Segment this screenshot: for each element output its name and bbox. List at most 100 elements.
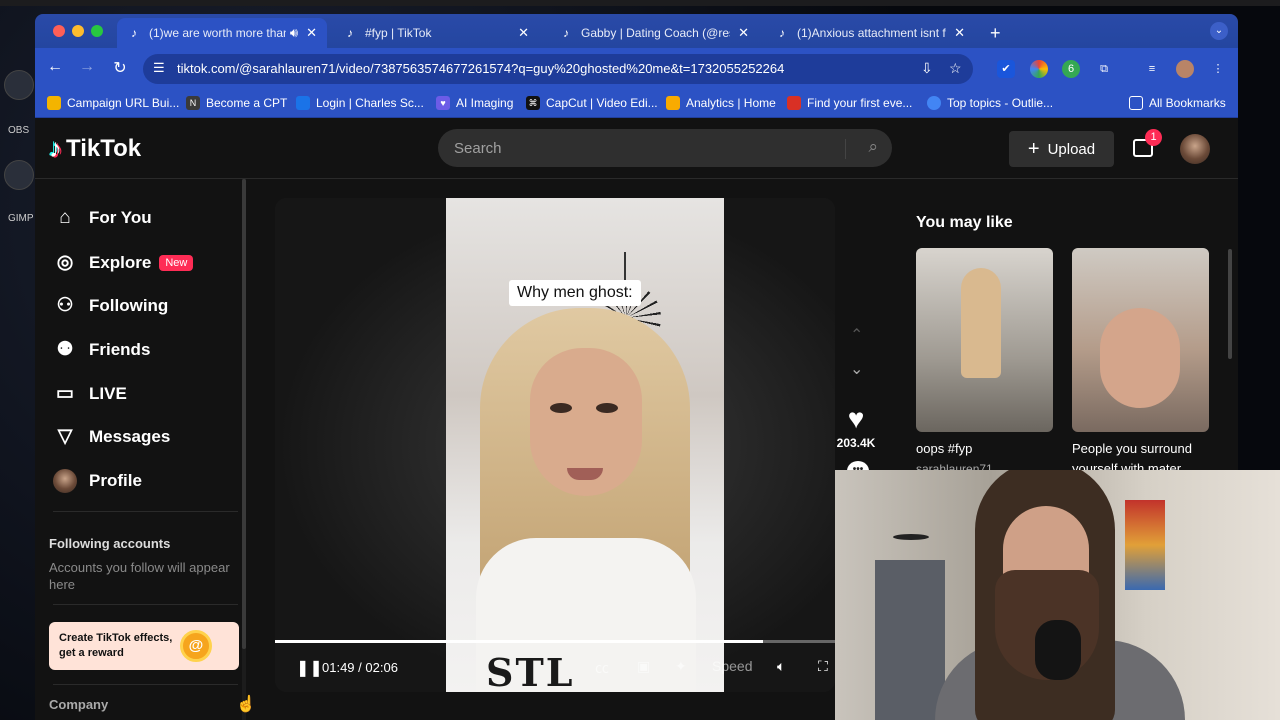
thumbnail-face: [1100, 308, 1180, 408]
nav-label: Explore: [89, 252, 152, 272]
media-controls-icon[interactable]: ≡: [1143, 60, 1161, 78]
video-caption: Why men ghost:: [509, 280, 641, 306]
recommended-caption-1[interactable]: oops #fyp: [916, 439, 972, 459]
sidebar-scroll-thumb[interactable]: [242, 179, 246, 649]
background-door: [875, 560, 945, 720]
captions-icon[interactable]: ㏄: [595, 658, 609, 678]
reload-icon[interactable]: ↻: [109, 58, 131, 78]
user-avatar[interactable]: [1180, 134, 1210, 164]
close-window-button[interactable]: [53, 25, 65, 37]
nav-profile[interactable]: Profile: [53, 469, 142, 493]
previous-video-chevron-icon[interactable]: ⌃: [850, 325, 863, 345]
bookmark-label: Find your first eve...: [807, 96, 913, 110]
speed-button[interactable]: Speed: [712, 658, 752, 674]
pause-icon[interactable]: ❚❚: [296, 658, 323, 678]
browser-tab-4[interactable]: ♪ (1)Anxious attachment isnt fo ✕: [765, 18, 975, 48]
volume-icon[interactable]: 🔈︎: [777, 658, 785, 675]
speaker-icon[interactable]: 🔊︎: [290, 25, 298, 41]
bookmark-top-topics[interactable]: Top topics - Outlie...: [927, 96, 1053, 110]
nav-for-you[interactable]: ⌂ For You: [53, 207, 151, 229]
pip-icon[interactable]: ▣: [637, 658, 650, 675]
nav-label: Following: [89, 295, 169, 315]
close-tab-icon[interactable]: ✕: [738, 25, 749, 41]
sidebar-divider: [53, 684, 238, 685]
gimp-app-icon[interactable]: [4, 160, 34, 190]
all-bookmarks-folder[interactable]: All Bookmarks: [1129, 96, 1226, 110]
heart-icon[interactable]: ♥: [831, 404, 881, 434]
next-video-chevron-icon[interactable]: ⌄: [850, 359, 863, 379]
tab-search-chevron-icon[interactable]: ⌄: [1210, 22, 1228, 40]
tab-title: (1)we are worth more than: [149, 26, 286, 40]
back-arrow-icon[interactable]: ←: [44, 58, 66, 76]
search-divider: [845, 139, 846, 159]
extension-color-icon[interactable]: [1030, 60, 1048, 78]
bookmark-label: Become a CPT: [206, 96, 288, 110]
minimize-window-button[interactable]: [72, 25, 84, 37]
you-may-like-heading: You may like: [916, 214, 1013, 231]
plus-icon: +: [1027, 137, 1040, 160]
ceiling-light: [893, 534, 929, 540]
recommendations-scrollbar[interactable]: [1228, 249, 1232, 359]
search-icon[interactable]: ⌕: [868, 137, 878, 157]
tiktok-wordmark: TikTok: [66, 134, 142, 162]
extension-badge-count: 6: [1067, 63, 1075, 75]
following-accounts-heading: Following accounts: [49, 536, 171, 551]
messages-icon: ▽: [57, 426, 73, 447]
site-info-icon[interactable]: ☰: [153, 60, 165, 76]
address-bar[interactable]: ☰ tiktok.com/@sarahlauren71/video/738756…: [143, 54, 973, 84]
bookmark-analytics[interactable]: Analytics | Home: [666, 96, 776, 110]
video-frame[interactable]: STL: [446, 198, 724, 692]
effects-banner[interactable]: Create TikTok effects, get a reward @: [49, 622, 239, 670]
zoom-window-button[interactable]: [91, 25, 103, 37]
browser-profile-avatar[interactable]: [1176, 60, 1194, 78]
effect-icon[interactable]: ✦: [675, 658, 687, 675]
nav-live[interactable]: ▭ LIVE: [53, 382, 127, 405]
extension-badge-icon[interactable]: 6: [1062, 60, 1080, 78]
like-action[interactable]: ♥ 203.4K: [831, 404, 881, 451]
nav-explore[interactable]: ◎ Explore New: [53, 251, 194, 274]
mouse-cursor-icon: ☝: [236, 696, 256, 713]
browser-tab-3[interactable]: ♪ Gabby | Dating Coach (@resp ✕: [549, 18, 759, 48]
nav-friends[interactable]: ⚉ Friends: [53, 338, 150, 361]
tiktok-sidebar: ⌂ For You ◎ Explore New ⚇ Following ⚉ Fr…: [35, 179, 247, 720]
upload-button[interactable]: + Upload: [1009, 131, 1114, 167]
extensions-puzzle-icon[interactable]: ⧉: [1095, 60, 1113, 78]
new-tab-icon[interactable]: +: [990, 23, 1001, 44]
close-tab-icon[interactable]: ✕: [306, 25, 317, 41]
recommended-video-2[interactable]: [1072, 248, 1209, 432]
new-badge: New: [159, 254, 194, 271]
bookmark-label: AI Imaging: [456, 96, 514, 110]
close-tab-icon[interactable]: ✕: [954, 25, 965, 41]
bookmark-capcut[interactable]: ⌘ CapCut | Video Edi...: [526, 96, 658, 110]
bookmark-become-cpt[interactable]: N Become a CPT: [186, 96, 287, 110]
extension-check-icon[interactable]: ✔: [997, 60, 1015, 78]
video-player[interactable]: STL Why men ghost: ❚❚ 01:49 / 02:06 ㏄ ▣ …: [275, 198, 835, 692]
bookmark-find-first-event[interactable]: Find your first eve...: [787, 96, 912, 110]
recommended-video-1[interactable]: [916, 248, 1053, 432]
reward-coin-icon: @: [180, 630, 212, 662]
browser-tab-1[interactable]: ♪ (1)we are worth more than 🔊︎ ✕: [117, 18, 327, 48]
microphone: [1035, 620, 1081, 680]
forward-arrow-icon[interactable]: →: [76, 58, 98, 76]
search-input[interactable]: Search ⌕: [438, 129, 892, 167]
close-tab-icon[interactable]: ✕: [518, 25, 529, 41]
browser-tab-2[interactable]: ♪ #fyp | TikTok ✕: [333, 18, 539, 48]
browser-menu-icon[interactable]: ⋮: [1209, 60, 1227, 78]
fullscreen-icon[interactable]: ⛶: [818, 658, 828, 675]
bookmark-charles-schwab[interactable]: Login | Charles Sc...: [296, 96, 424, 110]
company-link[interactable]: Company: [49, 697, 108, 712]
tiktok-logo[interactable]: ♪ TikTok: [49, 133, 141, 164]
bookmark-campaign-url[interactable]: Campaign URL Bui...: [47, 96, 179, 110]
tiktok-note-icon: ♪: [49, 133, 62, 163]
nav-label: LIVE: [89, 383, 127, 403]
install-app-icon[interactable]: ⇩: [921, 60, 933, 77]
nav-messages[interactable]: ▽ Messages: [53, 425, 171, 448]
nav-following[interactable]: ⚇ Following: [53, 294, 168, 317]
friends-icon: ⚉: [56, 339, 74, 360]
bookmark-ai-imaging[interactable]: ♥ AI Imaging: [436, 96, 513, 110]
tab-title: #fyp | TikTok: [365, 26, 432, 40]
bookmark-star-icon[interactable]: ☆: [949, 60, 962, 77]
obs-app-icon[interactable]: [4, 70, 34, 100]
bookmark-favicon-icon: ⌘: [526, 96, 540, 110]
thumbnail-figure: [961, 268, 1001, 378]
